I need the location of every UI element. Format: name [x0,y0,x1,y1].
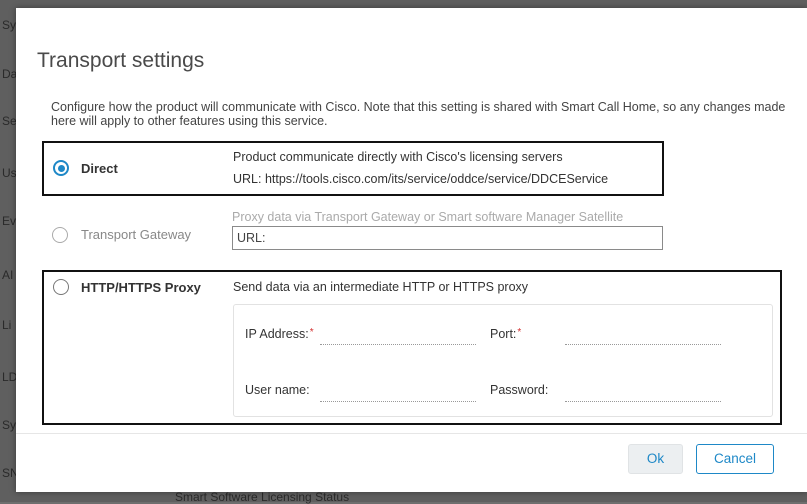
port-label: Port:* [490,327,522,341]
radio-transport-gateway [52,227,68,243]
option-proxy-label: HTTP/HTTPS Proxy [81,280,201,295]
background-nav-item: AI [2,268,14,282]
option-proxy-description: Send data via an intermediate HTTP or HT… [233,280,529,294]
password-label: Password: [490,383,549,397]
option-direct-label: Direct [81,161,118,176]
background-nav-item: Ev [2,214,17,228]
required-mark: * [517,327,522,338]
transport-settings-dialog: Transport settings Configure how the pro… [16,8,807,492]
option-http-proxy[interactable]: HTTP/HTTPS Proxy Send data via an interm… [42,270,782,425]
option-direct[interactable]: Direct Product communicate directly with… [42,141,664,196]
footer-divider [16,433,807,434]
radio-http-proxy[interactable] [53,279,69,295]
dialog-description: Configure how the product will communica… [51,100,786,128]
port-input[interactable] [565,330,721,345]
cancel-button[interactable]: Cancel [696,444,774,474]
option-direct-url: URL: https://tools.cisco.com/its/service… [233,172,609,186]
background-nav-item: Se [2,114,17,128]
username-input[interactable] [320,387,476,402]
background-nav-item: Us [2,166,17,180]
dialog-title: Transport settings [37,49,205,72]
option-gateway-label: Transport Gateway [81,227,192,242]
background-nav-item: Sy [2,18,17,32]
option-gateway-description: Proxy data via Transport Gateway or Smar… [232,210,624,224]
gateway-url-input: URL: [232,226,663,250]
ip-address-input[interactable] [320,330,476,345]
radio-direct[interactable] [53,160,69,176]
option-transport-gateway: Transport Gateway Proxy data via Transpo… [42,210,702,263]
required-mark: * [309,327,314,338]
proxy-settings-panel: IP Address:* Port:* User name: Password: [233,304,773,417]
ok-button[interactable]: Ok [628,444,683,474]
option-direct-description: Product communicate directly with Cisco'… [233,150,563,164]
background-nav-item: Sy [2,418,17,432]
ip-address-label: IP Address:* [245,327,314,341]
password-input[interactable] [565,387,721,402]
username-label: User name: [245,383,310,397]
background-nav-item: Li [2,318,12,332]
